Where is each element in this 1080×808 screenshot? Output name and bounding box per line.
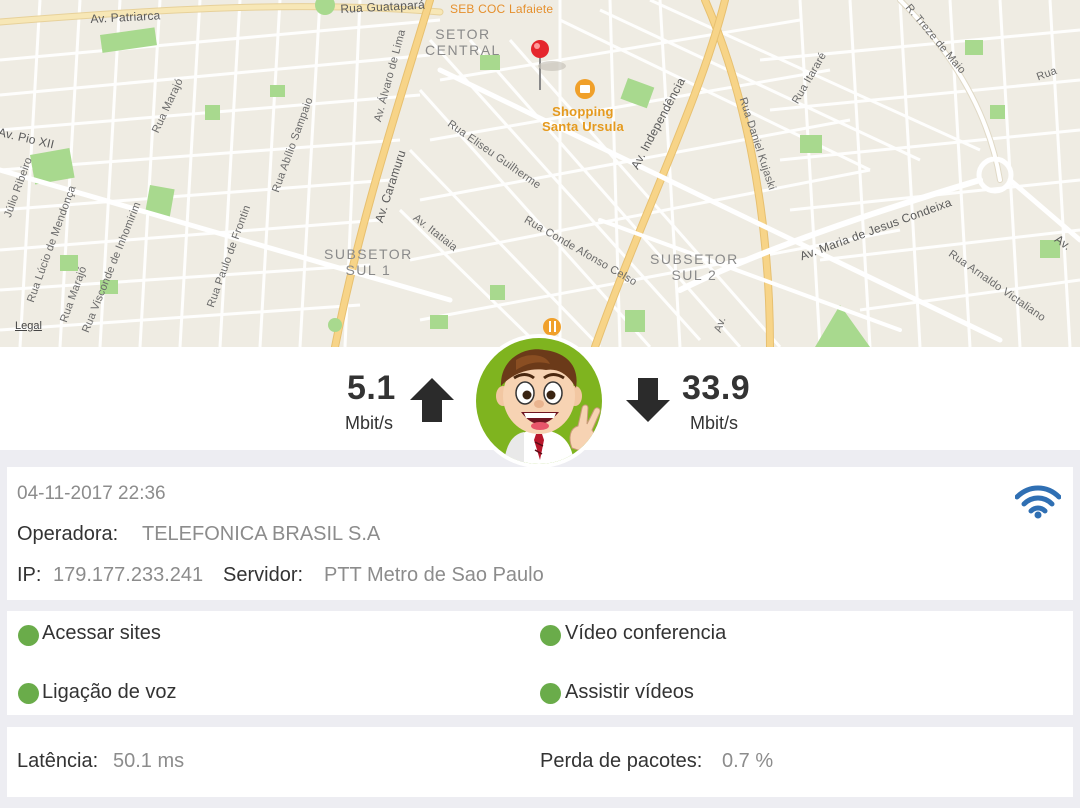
restaurant-icon bbox=[543, 318, 561, 336]
map-canvas[interactable] bbox=[0, 0, 1080, 347]
ip-value: 179.177.233.241 bbox=[53, 564, 204, 586]
download-arrow-icon bbox=[626, 378, 670, 422]
legal-link[interactable]: Legal bbox=[15, 320, 42, 332]
operator-value: TELEFONICA BRASIL S.A bbox=[142, 523, 381, 545]
quality-item-watch-videos: Assistir vídeos bbox=[565, 681, 694, 703]
map-view[interactable]: Av. Patriarca Rua Guatapará SEB COC Lafa… bbox=[0, 0, 1080, 347]
upload-arrow-icon bbox=[410, 378, 454, 422]
mascot-icon bbox=[496, 349, 601, 464]
area-label: SUBSETOR SUL 1 bbox=[324, 246, 413, 278]
shopping-label[interactable]: Shopping Santa Ursula bbox=[542, 104, 624, 134]
download-speed-unit: Mbit/s bbox=[690, 413, 739, 433]
operator-label: Operadora: bbox=[17, 523, 119, 545]
status-dot-icon bbox=[540, 625, 561, 646]
server-label: Servidor: bbox=[223, 564, 304, 586]
upload-speed-unit: Mbit/s bbox=[345, 413, 394, 433]
quality-item-video-conference: Vídeo conferencia bbox=[565, 622, 727, 644]
download-speed-value: 33.9 bbox=[682, 369, 751, 407]
server-value: PTT Metro de Sao Paulo bbox=[324, 564, 544, 586]
quality-item-voice-call: Ligação de voz bbox=[42, 681, 177, 703]
latency-label: Latência: bbox=[17, 750, 99, 772]
upload-speed-value: 5.1 bbox=[347, 369, 396, 407]
test-datetime: 04-11-2017 22:36 bbox=[17, 483, 166, 504]
status-dot-icon bbox=[18, 683, 39, 704]
quality-card: Acessar sites Vídeo conferencia Ligação … bbox=[7, 611, 1073, 715]
packet-loss-label: Perda de pacotes: bbox=[540, 750, 703, 772]
status-dot-icon bbox=[18, 625, 39, 646]
avatar[interactable] bbox=[472, 334, 606, 468]
test-info-card: 04-11-2017 22:36 Operadora: TELEFONICA B… bbox=[7, 467, 1073, 600]
wifi-icon bbox=[1015, 485, 1061, 519]
stats-card: Latência: 50.1 ms Perda de pacotes: 0.7 … bbox=[7, 727, 1073, 797]
ip-label: IP: bbox=[17, 564, 42, 586]
area-label: SETOR CENTRAL bbox=[425, 26, 501, 58]
status-dot-icon bbox=[540, 683, 561, 704]
latency-value: 50.1 ms bbox=[113, 750, 185, 772]
poi-label: SEB COC Lafaiete bbox=[450, 2, 554, 16]
area-label: SUBSETOR SUL 2 bbox=[650, 251, 739, 283]
packet-loss-value: 0.7 % bbox=[722, 750, 774, 772]
quality-item-browse: Acessar sites bbox=[42, 622, 161, 644]
